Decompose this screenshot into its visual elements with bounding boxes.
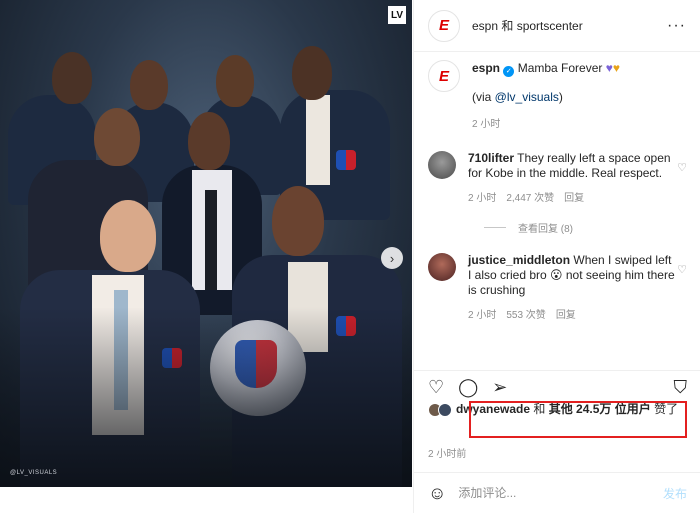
reply-button[interactable]: 回复 bbox=[564, 191, 584, 206]
caption: E espn ✓ Mamba Forever ♥♥ (via @lv_visua… bbox=[428, 60, 687, 133]
avatar[interactable]: E bbox=[428, 9, 460, 42]
caption-text: Mamba Forever bbox=[517, 61, 603, 75]
liker-avatars bbox=[428, 403, 452, 417]
caption-via: (via bbox=[472, 90, 495, 104]
bookmark-icon[interactable]: ⛉ bbox=[674, 378, 688, 396]
espn-logo-icon: E bbox=[438, 67, 449, 85]
share-icon[interactable]: ➢ bbox=[492, 378, 507, 396]
comment-username[interactable]: justice_middleton bbox=[468, 253, 570, 267]
espn-logo-icon: E bbox=[438, 17, 449, 34]
watermark: @LV_VISUALS bbox=[10, 470, 58, 476]
comment-likes[interactable]: 2,447 次赞 bbox=[506, 191, 554, 206]
comment-time: 2 小时 bbox=[468, 193, 497, 204]
comment-item: justice_middleton When I swiped left I a… bbox=[428, 253, 687, 323]
action-bar: ♡ ◯ ➢ ⛉ bbox=[414, 370, 700, 398]
comment-username[interactable]: 710lifter bbox=[468, 151, 514, 165]
comment-icon[interactable]: ◯ bbox=[458, 378, 478, 396]
yellow-heart-icon: ♥ bbox=[612, 61, 620, 75]
heart-outline-icon[interactable]: ♡ bbox=[677, 161, 687, 174]
avatar[interactable] bbox=[428, 151, 456, 179]
post-time: 2 小时前 bbox=[428, 449, 467, 460]
account-names[interactable]: espn 和 sportscenter bbox=[472, 17, 583, 34]
lv-logo: LV bbox=[388, 6, 406, 24]
chevron-right-icon: › bbox=[389, 250, 395, 266]
verified-icon: ✓ bbox=[503, 66, 515, 77]
reply-button[interactable]: 回复 bbox=[556, 308, 576, 323]
avatar[interactable] bbox=[428, 253, 456, 281]
likes-highlight-box bbox=[469, 401, 687, 438]
post-header: E espn 和 sportscenter ··· bbox=[414, 0, 700, 52]
post-image[interactable]: LV › @LV_VISUALS bbox=[0, 0, 412, 487]
next-image-button[interactable]: › bbox=[381, 247, 403, 269]
purple-heart-icon: ♥ bbox=[605, 61, 613, 75]
comment-item: 710lifter They really left a space open … bbox=[428, 151, 687, 206]
avatar bbox=[438, 403, 452, 417]
emoji-icon[interactable]: ☺ bbox=[428, 483, 446, 504]
avatar[interactable]: E bbox=[428, 60, 460, 92]
caption-username[interactable]: espn bbox=[472, 61, 500, 75]
comment-input[interactable] bbox=[458, 486, 649, 500]
more-icon[interactable]: ··· bbox=[667, 17, 686, 35]
caption-link[interactable]: @lv_visuals bbox=[495, 90, 559, 104]
comment-time: 2 小时 bbox=[468, 310, 497, 321]
post-button[interactable]: 发布 bbox=[663, 485, 687, 502]
heart-outline-icon[interactable]: ♡ bbox=[677, 263, 687, 276]
caption-time: 2 小时 bbox=[472, 119, 501, 130]
comments-section: E espn ✓ Mamba Forever ♥♥ (via @lv_visua… bbox=[414, 60, 700, 365]
like-heart-icon[interactable]: ♡ bbox=[428, 378, 444, 396]
comment-likes[interactable]: 553 次赞 bbox=[506, 308, 545, 323]
view-replies-button[interactable]: 查看回复 (8) bbox=[484, 220, 687, 235]
add-comment-bar: ☺ 发布 bbox=[414, 472, 700, 513]
